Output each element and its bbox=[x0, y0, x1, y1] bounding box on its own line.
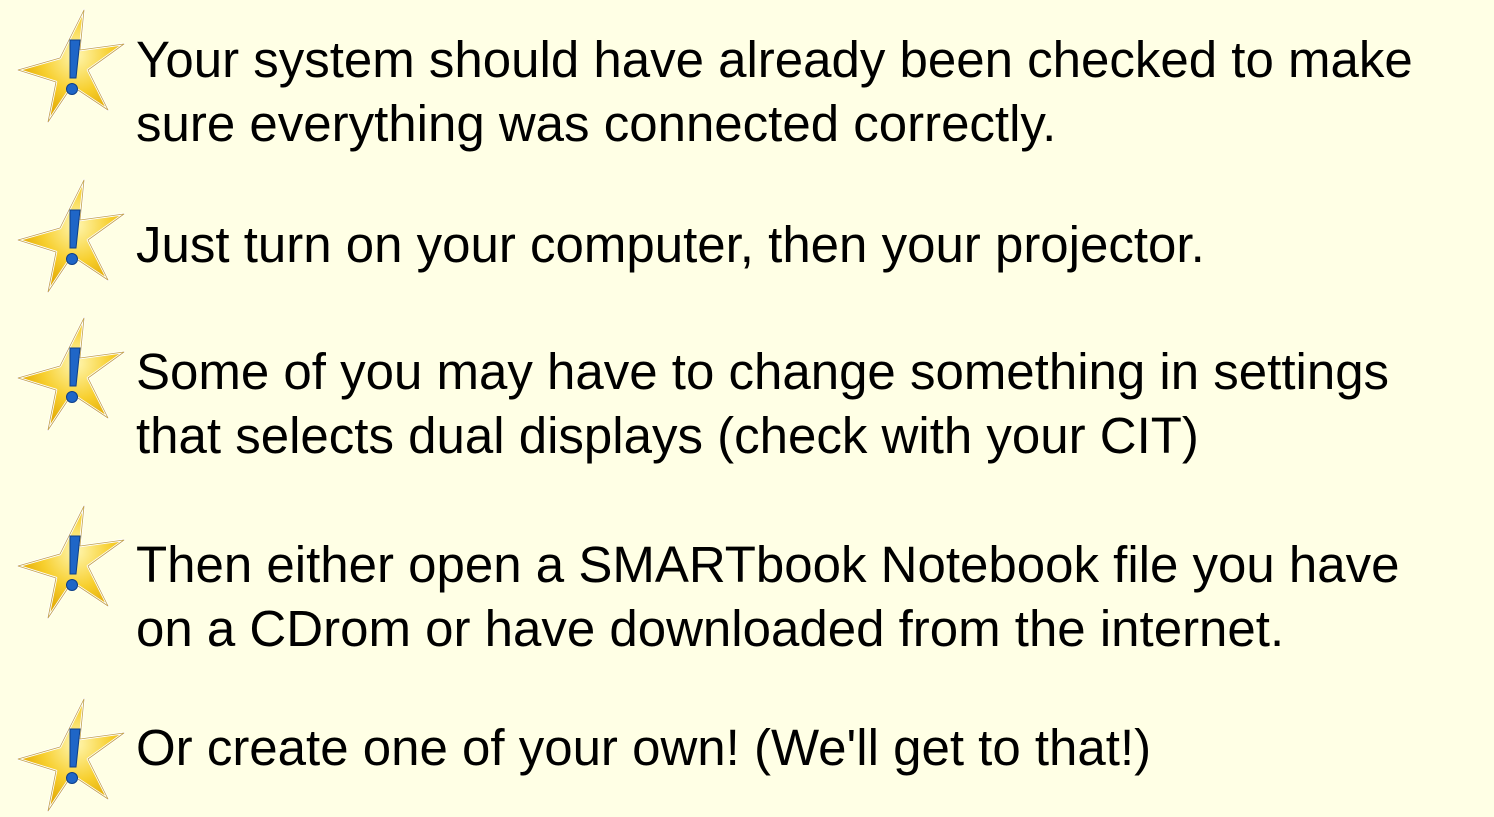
bullet-text: Some of you may have to change something… bbox=[136, 340, 1486, 468]
bullet-text: Then either open a SMARTbook Notebook fi… bbox=[136, 533, 1486, 661]
bullet-line: Some of you may have to change something… bbox=[136, 343, 1390, 400]
star-exclamation-icon bbox=[10, 314, 130, 434]
star-exclamation-icon bbox=[10, 6, 130, 126]
bullet-line: Just turn on your computer, then your pr… bbox=[136, 216, 1205, 273]
bullet-line: Then either open a SMARTbook Notebook fi… bbox=[136, 536, 1400, 593]
bullet-line: that selects dual displays (check with y… bbox=[136, 407, 1199, 464]
bullet-line: on a CDrom or have downloaded from the i… bbox=[136, 600, 1285, 657]
bullet-text: Or create one of your own! (We'll get to… bbox=[136, 716, 1486, 780]
bullet-line: Or create one of your own! (We'll get to… bbox=[136, 719, 1152, 776]
star-exclamation-icon bbox=[10, 502, 130, 622]
bullet-line: Your system should have already been che… bbox=[136, 31, 1413, 88]
star-exclamation-icon bbox=[10, 695, 130, 815]
bullet-line: sure everything was connected correctly. bbox=[136, 95, 1057, 152]
bullet-text: Just turn on your computer, then your pr… bbox=[136, 213, 1486, 277]
star-exclamation-icon bbox=[10, 176, 130, 296]
bullet-text: Your system should have already been che… bbox=[136, 28, 1486, 156]
slide: Your system should have already been che… bbox=[0, 0, 1494, 817]
